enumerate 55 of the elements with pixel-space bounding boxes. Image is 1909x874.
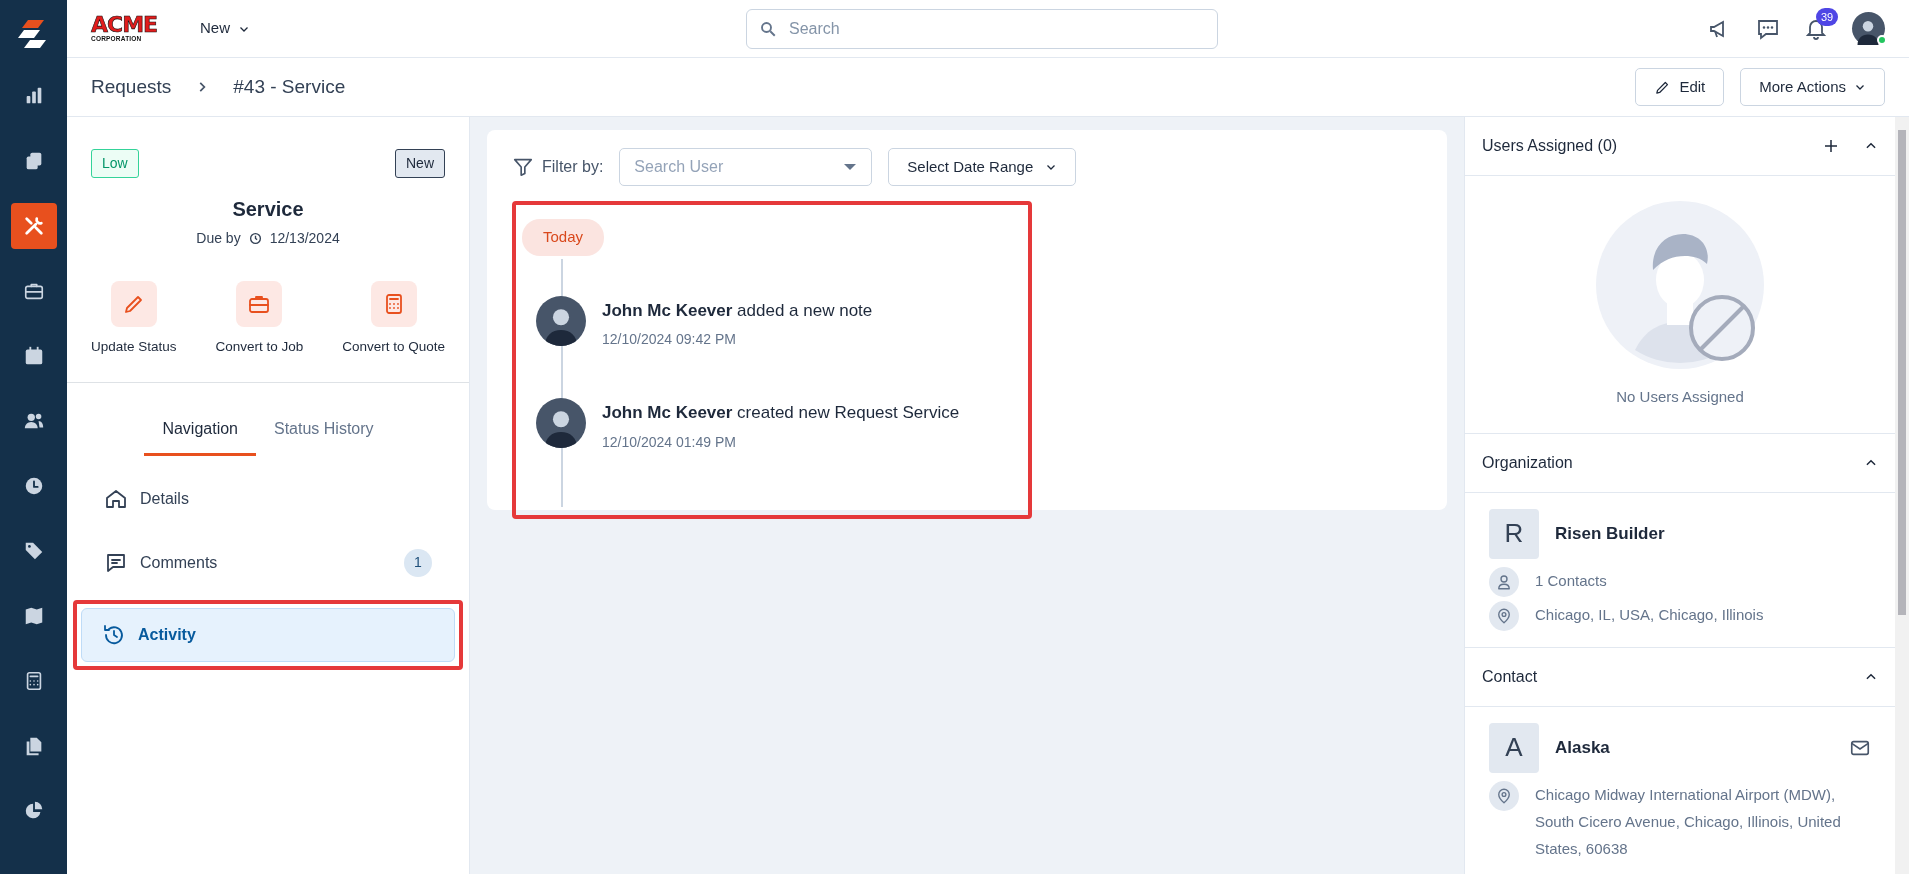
date-range-button[interactable]: Select Date Range — [888, 148, 1077, 186]
action-link[interactable]: Update Status — [91, 337, 177, 358]
action-link[interactable]: Convert to Quote — [342, 337, 445, 358]
section-title: Organization — [1482, 452, 1573, 473]
nav-item[interactable]: Activity — [81, 607, 455, 662]
search-field[interactable]: Search — [746, 8, 1218, 49]
priority-badge: Low — [91, 149, 139, 178]
nav-item[interactable]: Details — [83, 471, 453, 526]
edit-button[interactable]: Edit — [1635, 68, 1725, 106]
scrollbar[interactable] — [1895, 117, 1909, 874]
history-icon — [102, 622, 126, 647]
count-badge: 1 — [404, 548, 432, 577]
date-group-label: Today — [522, 219, 605, 256]
caret-icon — [843, 162, 858, 172]
action-icon-button[interactable] — [370, 281, 417, 327]
due-date: 12/13/2024 — [269, 229, 340, 248]
notification-count: 39 — [1816, 7, 1839, 26]
activity-text: John Mc Keever added a new note — [602, 299, 873, 322]
filter-label: Filter by: — [542, 157, 604, 177]
location-pin-icon — [1489, 600, 1519, 631]
activity-time: 12/10/2024 09:42 PM — [602, 330, 737, 349]
filter-icon — [512, 156, 534, 178]
request-title: Service — [231, 197, 305, 222]
activity-text: John Mc Keever created new Request Service — [602, 402, 960, 424]
breadcrumb-link[interactable]: Requests — [91, 72, 172, 102]
activity-time: 12/10/2024 01:49 PM — [602, 432, 737, 452]
tab[interactable]: Status History — [256, 406, 392, 456]
org-name: Risen Builder — [1555, 522, 1666, 545]
empty-state-text: No Users Assigned — [1615, 387, 1745, 407]
due-label: Due by — [196, 229, 241, 248]
initial-avatar: R — [1489, 508, 1539, 559]
status-badge: New — [395, 149, 445, 178]
action-icon-button[interactable] — [110, 281, 157, 327]
page-title: #43 - Service — [233, 74, 346, 99]
add-icon[interactable] — [1822, 137, 1840, 155]
clock-icon — [248, 232, 262, 245]
section-title: Users Assigned (0) — [1482, 136, 1618, 156]
nav-item[interactable]: Comments 1 — [83, 533, 453, 592]
detail-text: 1 Contacts — [1535, 570, 1607, 591]
tools-icon — [22, 215, 45, 237]
person-icon — [1489, 566, 1519, 597]
rail-nav-button[interactable] — [10, 203, 57, 249]
more-actions-button[interactable]: More Actions — [1740, 68, 1885, 106]
action-link[interactable]: Convert to Job — [215, 337, 304, 358]
placeholder-text: Search User — [634, 157, 724, 177]
section-title: Contact — [1482, 666, 1538, 687]
initial-avatar: A — [1489, 722, 1539, 773]
user-avatar[interactable] — [1852, 12, 1885, 45]
detail-text: Chicago Midway International Airport (MDW), South Cicero Avenue, Chicago, Illinois, United States, 60638 — [1535, 784, 1842, 859]
org-name: Alaska — [1555, 736, 1611, 759]
action-icon-button[interactable] — [236, 281, 283, 327]
detail-text: Chicago, IL, USA, Chicago, Illinois — [1535, 604, 1764, 625]
new-menu-button[interactable]: New — [194, 16, 256, 41]
location-pin-icon — [1489, 780, 1519, 811]
tab[interactable]: Navigation — [144, 406, 256, 456]
